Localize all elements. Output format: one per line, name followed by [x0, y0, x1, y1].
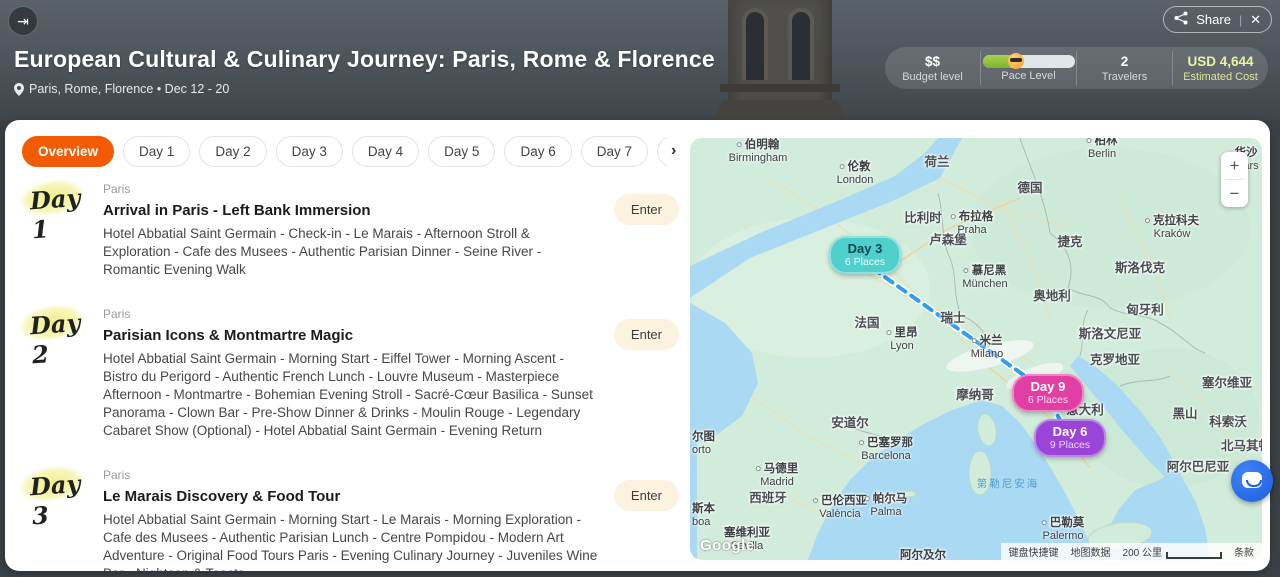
map-base-graphic	[690, 138, 1262, 560]
tab-day-6[interactable]: Day 6	[504, 136, 571, 167]
share-divider: |	[1239, 13, 1242, 27]
day-city: Paris	[103, 182, 599, 199]
collapse-sidebar-button[interactable]: ⇥	[8, 6, 38, 36]
tabs-scroll-right-chevron[interactable]: ›	[671, 142, 676, 160]
day-title: Le Marais Discovery & Food Tour	[103, 488, 599, 505]
travelers-value: 2	[1077, 54, 1172, 70]
day-label: Day 3	[27, 468, 103, 571]
share-button[interactable]: Share	[1196, 12, 1231, 27]
location-pin-icon	[14, 83, 24, 96]
stat-travelers[interactable]: 2 Travelers	[1076, 51, 1172, 86]
day-city: Paris	[103, 468, 599, 485]
map-marker-day-6[interactable]: Day 69 Places	[1034, 419, 1106, 457]
budget-value: $$	[885, 54, 980, 70]
zoom-out-button[interactable]: −	[1221, 180, 1248, 207]
pace-label: Pace Level	[981, 70, 1076, 82]
chat-bubble-icon	[1242, 472, 1262, 488]
enter-day-button[interactable]: Enter	[614, 194, 679, 225]
header-tower-photo	[700, 0, 860, 120]
keyboard-shortcuts-link[interactable]: 键盘快捷键	[1009, 544, 1059, 559]
map-scale-bar	[1166, 552, 1222, 559]
map-attribution-bar: 键盘快捷键 地图数据 200 公里 条款	[1001, 543, 1262, 560]
tab-day-1[interactable]: Day 1	[123, 136, 190, 167]
stat-budget[interactable]: $$ Budget level	[885, 51, 980, 86]
day-card: Day 3 Paris Le Marais Discovery & Food T…	[27, 468, 679, 571]
tab-day-2[interactable]: Day 2	[199, 136, 266, 167]
itinerary-panel: Overview Day 1 Day 2 Day 3 Day 4 Day 5 Day 6 Da…	[5, 120, 1270, 571]
terms-link[interactable]: 条款	[1234, 544, 1254, 559]
tab-day-4[interactable]: Day 4	[352, 136, 419, 167]
day-label: Day 2	[27, 307, 103, 440]
share-close-pill: Share | ✕	[1163, 6, 1272, 33]
tab-day-8[interactable]: Day 8	[657, 136, 667, 167]
day-card: Day 2 Paris Parisian Icons & Montmartre …	[27, 307, 679, 440]
day-title: Arrival in Paris - Left Bank Immersion	[103, 202, 599, 219]
day-card: Day 1 Paris Arrival in Paris - Left Bank…	[27, 182, 679, 279]
sunglasses-emoji-thumb[interactable]	[1008, 53, 1024, 69]
day-title: Parisian Icons & Montmartre Magic	[103, 327, 599, 344]
close-icon[interactable]: ✕	[1250, 12, 1261, 28]
tab-overview[interactable]: Overview	[22, 136, 114, 167]
pace-slider[interactable]	[983, 55, 1075, 68]
map-data-link[interactable]: 地图数据	[1071, 544, 1111, 559]
tab-day-5[interactable]: Day 5	[428, 136, 495, 167]
day-summary: Hotel Abbatial Saint Germain - Morning S…	[103, 350, 599, 440]
chat-support-button[interactable]	[1231, 460, 1273, 502]
day-label: Day 1	[27, 182, 103, 279]
trip-map[interactable]: 伯明翰Birmingham伦敦London柏林Berlin华沙Wars荷兰德国比…	[690, 138, 1262, 560]
map-scale: 200 公里	[1123, 544, 1222, 559]
page-title: European Cultural & Culinary Journey: Pa…	[14, 46, 715, 73]
day-tabs: Overview Day 1 Day 2 Day 3 Day 4 Day 5 Day 6 Da…	[22, 136, 667, 168]
trip-header: ⇥ European Cultural & Culinary Journey: …	[0, 0, 1280, 120]
enter-day-button[interactable]: Enter	[614, 480, 679, 511]
trip-stats-bar: $$ Budget level Pace Level 2 Travelers U…	[885, 47, 1268, 89]
day-city: Paris	[103, 307, 599, 324]
tab-day-3[interactable]: Day 3	[276, 136, 343, 167]
google-maps-logo: Google	[700, 537, 755, 554]
map-zoom-control: + −	[1221, 152, 1248, 207]
day-summary: Hotel Abbatial Saint Germain - Morning S…	[103, 511, 599, 571]
tab-day-7[interactable]: Day 7	[581, 136, 648, 167]
map-marker-day-9[interactable]: Day 96 Places	[1012, 374, 1084, 412]
travelers-label: Travelers	[1077, 71, 1172, 83]
cost-value: USD 4,644	[1173, 54, 1268, 70]
day-summary: Hotel Abbatial Saint Germain - Check-in …	[103, 225, 599, 279]
trip-subtitle-text: Paris, Rome, Florence • Dec 12 - 20	[29, 82, 229, 96]
stat-estimated-cost: USD 4,644 Estimated Cost	[1172, 51, 1268, 86]
zoom-in-button[interactable]: +	[1221, 152, 1248, 179]
enter-day-button[interactable]: Enter	[614, 319, 679, 350]
day-list: Day 1 Paris Arrival in Paris - Left Bank…	[27, 182, 679, 571]
share-icon[interactable]	[1174, 11, 1188, 28]
map-marker-day-3[interactable]: Day 36 Places	[829, 236, 901, 274]
budget-label: Budget level	[885, 71, 980, 83]
trip-subtitle: Paris, Rome, Florence • Dec 12 - 20	[14, 82, 229, 96]
stat-pace[interactable]: Pace Level	[980, 51, 1076, 85]
cost-label: Estimated Cost	[1173, 71, 1268, 83]
